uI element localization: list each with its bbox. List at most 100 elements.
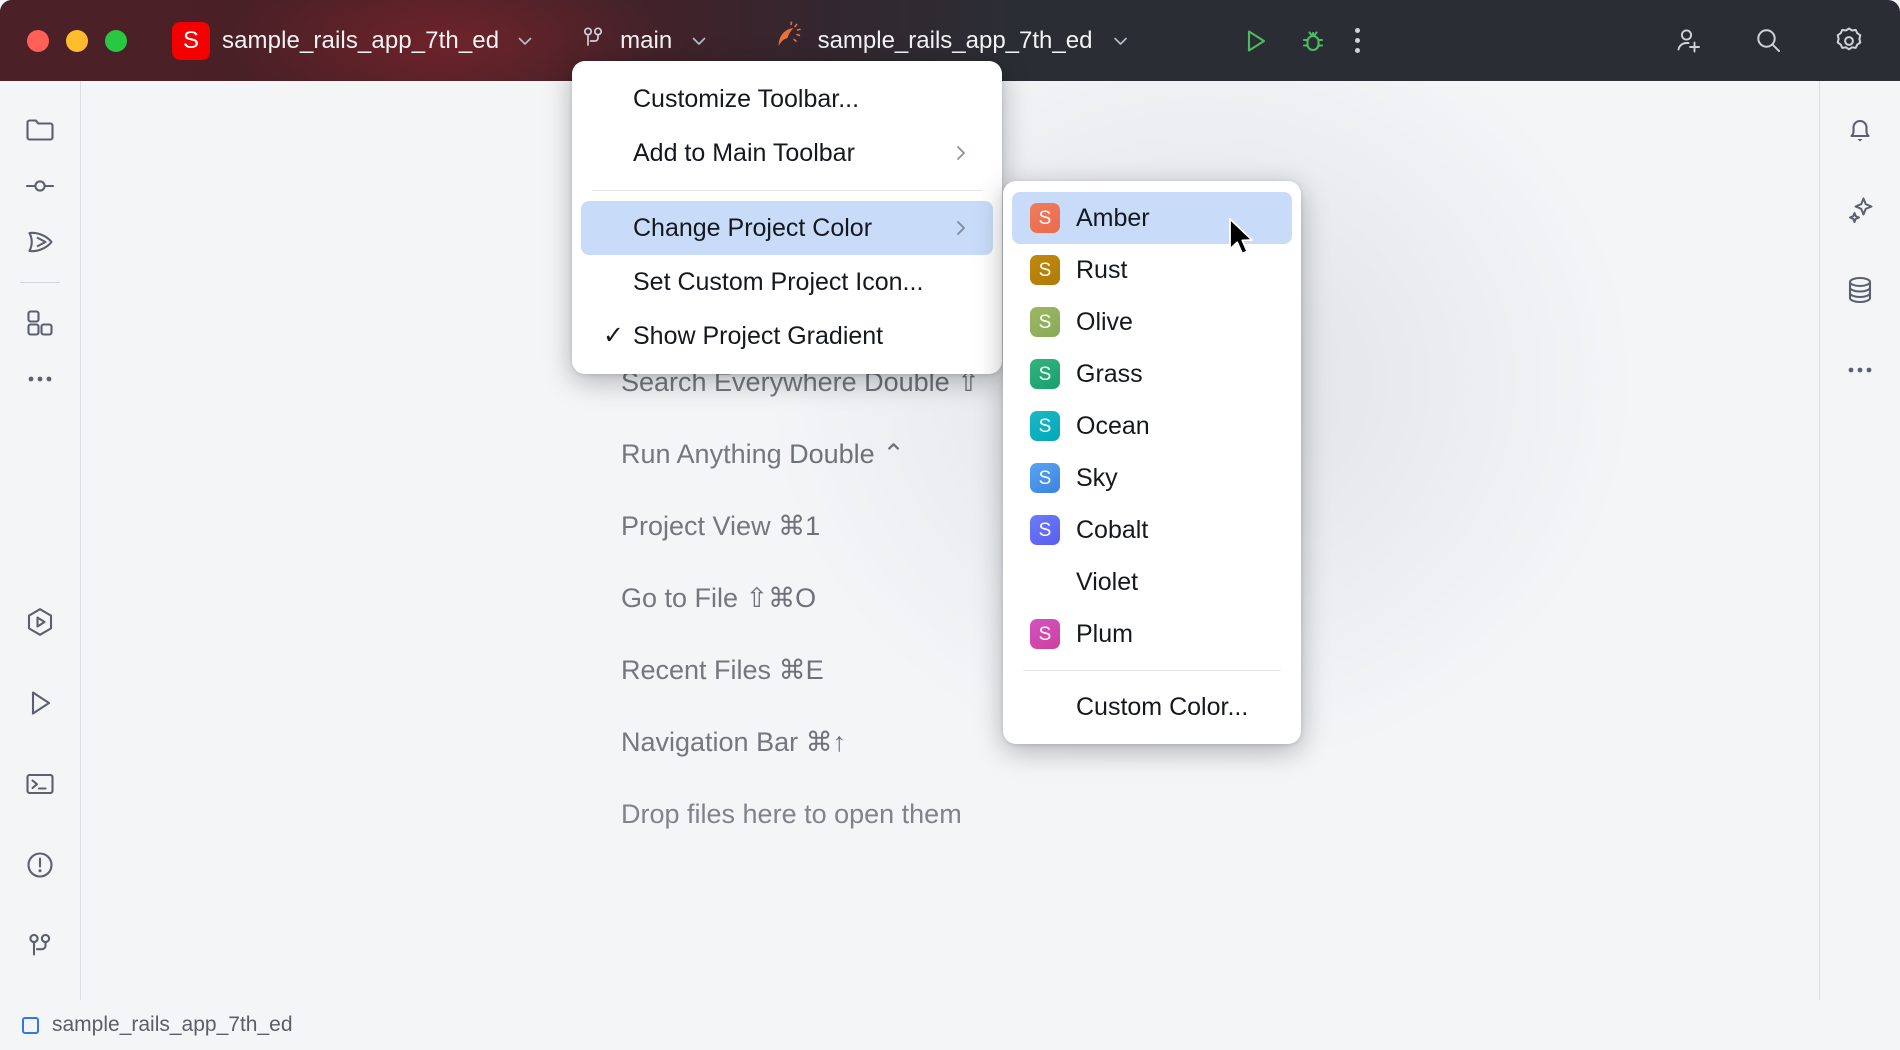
search-icon[interactable] (1752, 24, 1786, 58)
color-option-custom[interactable]: Custom Color... (1012, 681, 1292, 733)
status-bar-project-label: sample_rails_app_7th_ed (52, 1013, 293, 1037)
editor-hint-action: Run Anything (621, 439, 782, 469)
menu-item-add-to-main-toolbar[interactable]: Add to Main Toolbar (581, 126, 993, 180)
minimize-window-button[interactable] (66, 30, 88, 52)
maximize-window-button[interactable] (105, 30, 127, 52)
ide-window: S sample_rails_app_7th_ed main (0, 0, 1900, 1050)
menu-item-set-custom-project-icon[interactable]: Set Custom Project Icon... (581, 255, 993, 309)
close-window-button[interactable] (27, 30, 49, 52)
change-project-color-submenu[interactable]: SAmberSRustSOliveSGrassSOceanSSkySCobalt… (1003, 181, 1301, 744)
color-option-ocean[interactable]: SOcean (1012, 400, 1292, 452)
project-color-swatch: S (1030, 567, 1060, 597)
chevron-down-icon[interactable] (1110, 31, 1130, 51)
editor-hint: Go to File ⇧⌘O (621, 562, 980, 634)
editor-hint-action: Project View (621, 511, 771, 541)
editor-hint-shortcut: ⇧⌘O (738, 583, 816, 613)
editor-hint: Recent Files ⌘E (621, 634, 980, 706)
editor-hint: Run Anything Double ⌃ (621, 418, 980, 490)
color-option-label: Cobalt (1076, 516, 1148, 545)
sidebar-item-version-control[interactable] (12, 918, 68, 974)
color-option-plum[interactable]: SPlum (1012, 608, 1292, 660)
color-option-label: Olive (1076, 308, 1133, 337)
menu-item-show-project-gradient[interactable]: ✓Show Project Gradient (581, 309, 993, 363)
color-option-label: Rust (1076, 256, 1127, 285)
color-option-label: Grass (1076, 360, 1143, 389)
editor-hint-action: Recent Files (621, 655, 771, 685)
color-option-rust[interactable]: S Rust (1012, 244, 1292, 296)
run-config-name-label: sample_rails_app_7th_ed (818, 27, 1093, 55)
status-bar-project-widget[interactable]: sample_rails_app_7th_ed (22, 1013, 293, 1037)
sidebar-item-pull-requests[interactable] (12, 214, 68, 270)
color-option-sky[interactable]: S Sky (1012, 452, 1292, 504)
project-indicator-icon (22, 1017, 39, 1034)
chevron-right-icon (951, 143, 971, 163)
color-option-grass[interactable]: S Grass (1012, 348, 1292, 400)
rails-icon (770, 21, 804, 60)
branch-widget[interactable]: main (579, 24, 709, 57)
project-color-swatch: S (1030, 255, 1060, 285)
kebab-menu-icon[interactable] (1355, 28, 1360, 53)
project-color-swatch: S (1030, 359, 1060, 389)
sidebar-item-more[interactable] (1832, 342, 1888, 398)
chevron-right-icon (951, 218, 971, 238)
color-option-amber[interactable]: S Amber (1012, 192, 1292, 244)
color-option-label: Amber (1076, 204, 1150, 233)
sidebar-item-commit[interactable] (12, 158, 68, 214)
branch-name-label: main (620, 27, 672, 55)
checkmark-icon: ✓ (603, 324, 624, 349)
left-tool-window-bar (0, 81, 81, 1000)
sidebar-item-more[interactable] (12, 351, 68, 407)
menu-item-change-project-color[interactable]: Change Project Color (581, 201, 993, 255)
menu-item-label: Add to Main Toolbar (603, 139, 855, 168)
run-icon[interactable] (1239, 25, 1271, 57)
editor-hint-action: Navigation Bar (621, 727, 798, 757)
chevron-down-icon[interactable] (689, 31, 709, 51)
add-user-icon[interactable] (1672, 24, 1706, 58)
editor-hint: Project View ⌘1 (621, 490, 980, 562)
status-bar: sample_rails_app_7th_ed (0, 1000, 1900, 1050)
sidebar-item-database[interactable] (1832, 262, 1888, 318)
sidebar-item-ai-assistant[interactable] (1832, 182, 1888, 238)
chevron-down-icon[interactable] (515, 31, 535, 51)
project-color-swatch: S (1030, 515, 1060, 545)
editor-drop-hint: Drop files here to open them (621, 778, 980, 850)
sidebar-item-project[interactable] (12, 102, 68, 158)
debug-icon[interactable] (1297, 25, 1329, 57)
project-color-swatch: S (1030, 463, 1060, 493)
sidebar-item-problems[interactable] (12, 837, 68, 893)
project-color-swatch: S (1030, 203, 1060, 233)
window-controls[interactable] (27, 30, 127, 52)
project-color-swatch: S (1030, 619, 1060, 649)
project-badge: S (172, 22, 210, 60)
project-widget[interactable]: S sample_rails_app_7th_ed (172, 22, 535, 60)
menu-item-label: Show Project Gradient (603, 322, 883, 351)
gear-icon[interactable] (1832, 24, 1866, 58)
editor-hint-shortcut: ⌘E (771, 655, 824, 685)
sidebar-divider (20, 282, 60, 283)
run-actions-group (1239, 25, 1360, 57)
color-option-cobalt[interactable]: S Cobalt (1012, 504, 1292, 556)
editor-hint-action: Go to File (621, 583, 738, 613)
color-option-label: Sky (1076, 464, 1118, 493)
project-context-menu[interactable]: Customize Toolbar... Add to Main Toolbar C… (572, 61, 1002, 374)
editor-hint-shortcut: Double ⌃ (782, 439, 905, 469)
color-option-label: Violet (1076, 568, 1138, 597)
color-option-violet[interactable]: S Violet (1012, 556, 1292, 608)
sidebar-item-run-configurations[interactable] (12, 594, 68, 650)
menu-separator (592, 190, 982, 191)
sidebar-item-run[interactable] (12, 675, 68, 731)
color-option-olive[interactable]: S Olive (1012, 296, 1292, 348)
editor-hint-list: Search Everywhere Double ⇧Run Anything D… (621, 346, 980, 850)
sidebar-item-notifications[interactable] (1832, 102, 1888, 158)
run-configuration-widget[interactable]: sample_rails_app_7th_ed (770, 21, 1131, 60)
sidebar-item-plugins[interactable] (12, 295, 68, 351)
toolbar-right-group (1672, 24, 1866, 58)
editor-hint-shortcut: ⌘1 (771, 511, 821, 541)
right-tool-window-bar (1819, 81, 1900, 1000)
sidebar-item-terminal[interactable] (12, 756, 68, 812)
project-name-label: sample_rails_app_7th_ed (222, 27, 499, 55)
project-color-swatch: S (1030, 307, 1060, 337)
menu-item-customize-toolbar[interactable]: Customize Toolbar... (581, 72, 993, 126)
menu-item-label: Customize Toolbar... (603, 85, 859, 114)
project-color-swatch: S (1030, 411, 1060, 441)
